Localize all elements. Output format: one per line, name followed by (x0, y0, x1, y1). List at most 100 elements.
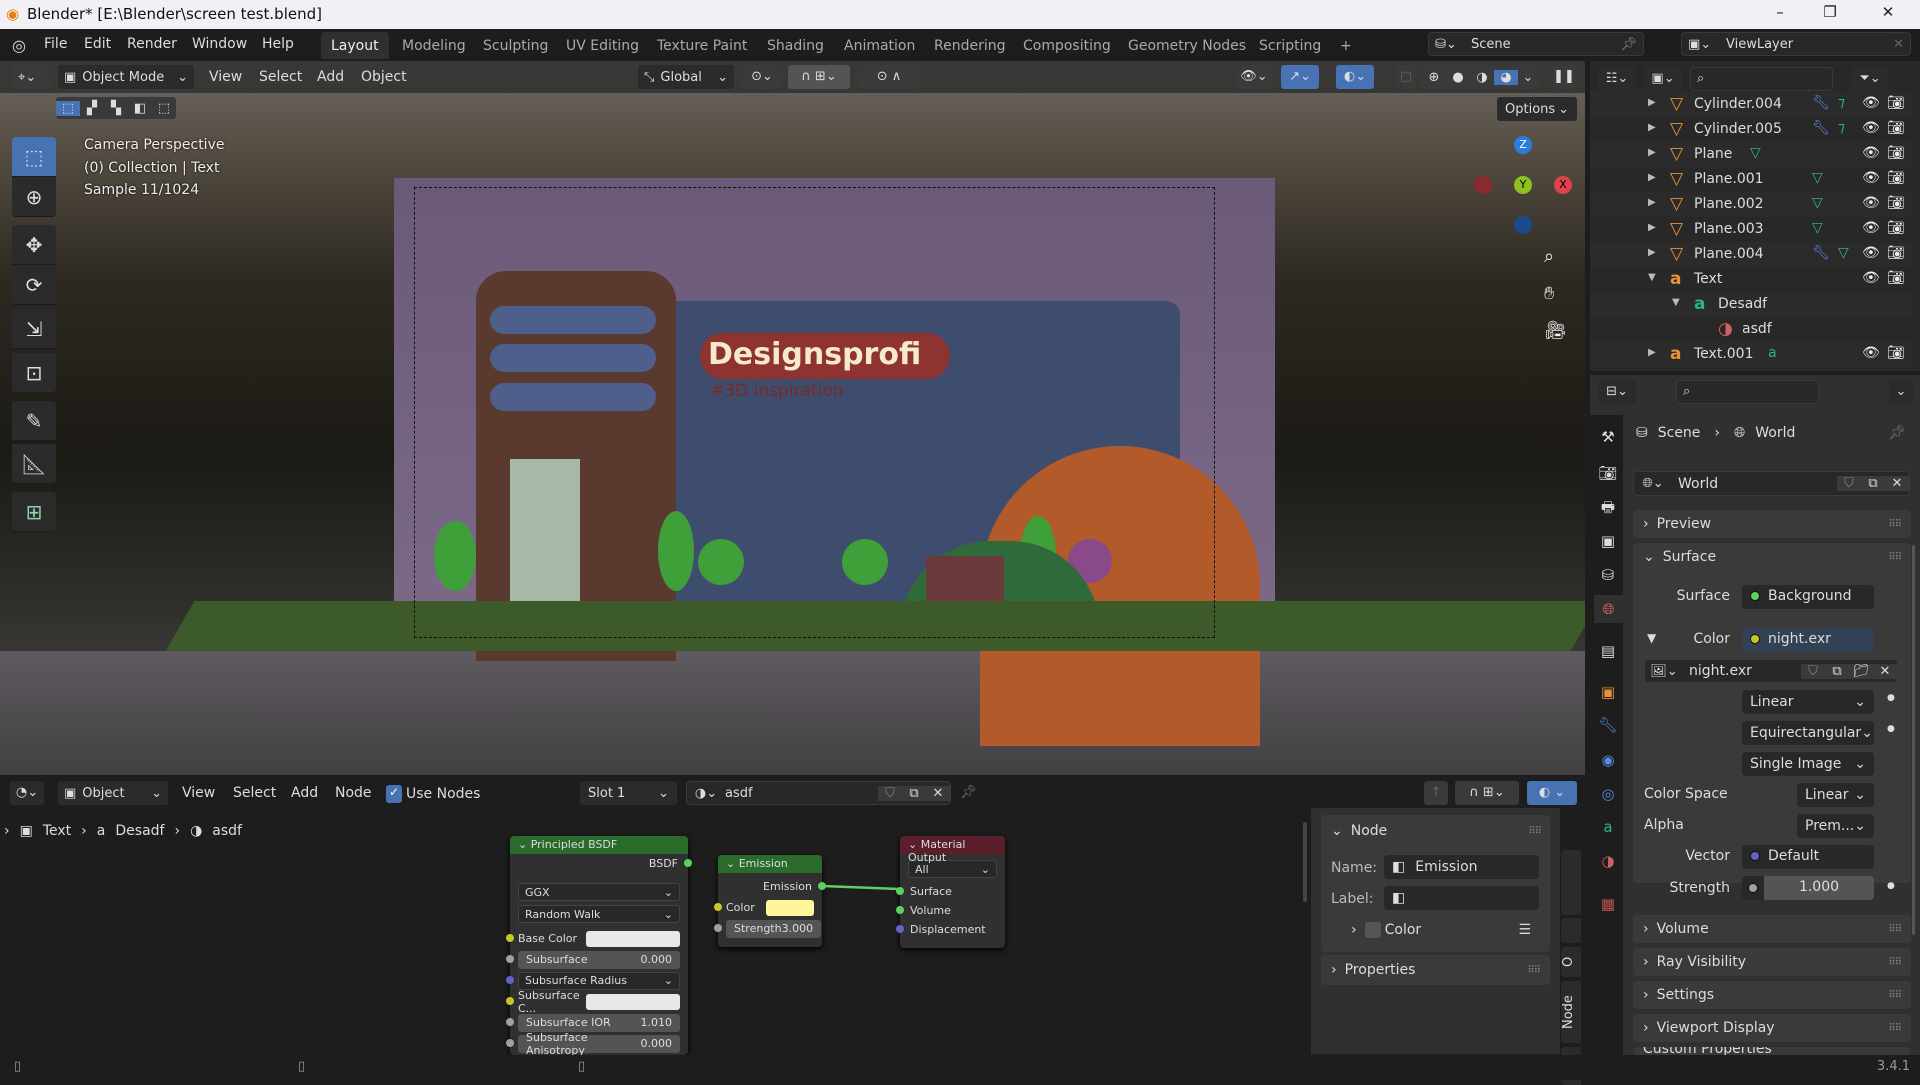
node-name-field[interactable]: ◧ Emission (1384, 855, 1539, 879)
vector-input-field[interactable]: Default (1742, 845, 1874, 869)
color-swatch[interactable] (586, 930, 680, 947)
xray-toggle[interactable]: ▢ (1396, 65, 1416, 89)
render-camera-icon[interactable]: 📷︎ (1887, 120, 1905, 136)
interpolation-dropdown[interactable]: Linear ⌄ (1742, 690, 1874, 714)
list-icon[interactable]: ☰ (1518, 922, 1531, 938)
drag-handle-icon[interactable]: ⠿⠿ (1888, 990, 1902, 1001)
input-socket[interactable] (896, 887, 904, 895)
subsurface-method-dropdown[interactable]: Random Walk ⌄ (518, 905, 680, 923)
rotate-tool[interactable]: ⟳ (12, 265, 56, 305)
tab-texture-paint[interactable]: Texture Paint (647, 32, 757, 59)
gizmo-neg-x-axis[interactable] (1474, 176, 1492, 194)
volume-section[interactable]: › Volume ⠿⠿ (1633, 915, 1911, 943)
keyframe-dot-icon[interactable]: ● (1887, 724, 1895, 734)
vgroup-icon[interactable]: ⁊ (1838, 120, 1845, 136)
input-socket[interactable] (896, 925, 904, 933)
pan-hand-icon[interactable]: ✋︎ (1544, 283, 1554, 304)
bsdf-output-socket[interactable] (684, 859, 692, 867)
input-socket[interactable] (506, 1018, 514, 1026)
tab-scripting[interactable]: Scripting (1249, 32, 1331, 59)
camera-view-icon[interactable]: 🎥︎ (1544, 320, 1567, 341)
view-layer-filter-button[interactable]: ▣⌄ (1644, 67, 1682, 91)
disclosure-closed-icon[interactable]: ▶ (1648, 222, 1656, 233)
eye-icon[interactable]: 👁︎ (1862, 195, 1880, 211)
visibility-button[interactable]: 👁︎⌄ (1235, 65, 1273, 89)
color-subpanel[interactable]: › Color ☰ (1351, 922, 1531, 938)
color-input-field[interactable]: night.exr (1742, 628, 1874, 652)
input-socket[interactable] (506, 997, 514, 1005)
properties-search-input[interactable]: ⌕ (1676, 380, 1819, 404)
eye-icon[interactable]: 👁︎ (1862, 270, 1880, 286)
scrollbar[interactable] (1303, 822, 1307, 902)
collection-tab-icon[interactable]: ▤ (1594, 637, 1622, 665)
strength-field[interactable]: Strength 3.000 (726, 919, 822, 938)
input-dropdown[interactable]: Subsurface Radius ⌄ (518, 971, 680, 990)
settings-section[interactable]: › Settings ⠿⠿ (1633, 981, 1911, 1009)
measure-tool[interactable]: 📐︎ (12, 444, 56, 484)
node-header[interactable]: ⌄ Principled BSDF (510, 836, 688, 854)
outliner-search-input[interactable]: ⌕ (1690, 67, 1833, 91)
pause-render-button[interactable]: ❚❚ (1553, 65, 1575, 89)
wrench-icon[interactable]: 🔧︎ (1812, 95, 1830, 111)
viewport-menu-select[interactable]: Select (259, 69, 302, 85)
gizmo-toggle[interactable]: ↗⌄ (1281, 65, 1319, 89)
select-intersect-icon[interactable]: ⬚ (152, 101, 176, 116)
outliner-item[interactable]: ▶ ▽ Plane.003 ▽ 👁︎ 📷︎ (1590, 217, 1912, 242)
menu-edit[interactable]: Edit (84, 36, 111, 52)
disclosure-closed-icon[interactable]: ▶ (1648, 97, 1656, 108)
open-folder-icon[interactable]: 📁︎ (1849, 663, 1873, 679)
keyframe-dot-icon[interactable]: ● (1887, 881, 1895, 891)
tab-modeling[interactable]: Modeling (392, 32, 476, 59)
sidebar-tab-blank[interactable] (1561, 918, 1581, 943)
render-camera-icon[interactable]: 📷︎ (1887, 170, 1905, 186)
tab-compositing[interactable]: Compositing (1013, 32, 1121, 59)
textdata-icon[interactable]: a (1768, 345, 1777, 361)
outliner-item[interactable]: ▼ a Desadf (1590, 292, 1912, 317)
move-tool[interactable]: ✥ (12, 225, 56, 265)
image-selector[interactable]: 🖼︎⌄ night.exr ⛉ ⧉ 📁︎ ✕ (1644, 659, 1898, 683)
tab-rendering[interactable]: Rendering (924, 32, 1016, 59)
properties-panel[interactable]: › Properties ⠿⠿ (1321, 955, 1550, 985)
node-overlays-toggle[interactable]: ◐ ⌄ (1527, 781, 1577, 805)
wrench-icon[interactable]: 🔧︎ (1812, 120, 1830, 136)
vgroup-icon[interactable]: ⁊ (1838, 95, 1845, 111)
pivot-point-button[interactable]: ⊙⌄ (742, 65, 782, 89)
scene-selector[interactable]: ⛁⌄ Scene 📌︎ (1428, 32, 1644, 56)
pin-icon[interactable]: 📌︎ (1888, 425, 1906, 441)
mode-selector[interactable]: ▣ Object Mode ⌄ (58, 65, 194, 89)
render-camera-icon[interactable]: 📷︎ (1887, 95, 1905, 111)
material-shading-icon[interactable]: ◑ (1470, 70, 1494, 85)
distribution-dropdown[interactable]: GGX ⌄ (518, 883, 680, 901)
alpha-dropdown[interactable]: Prem... ⌄ (1797, 814, 1874, 838)
color-checkbox[interactable] (1364, 922, 1381, 938)
editor-type-button[interactable]: ⌖⌄ (12, 65, 50, 89)
wrench-icon[interactable]: 🔧︎ (1812, 245, 1830, 261)
snap-toggle[interactable]: ∩ ⊞⌄ (788, 65, 850, 89)
duplicate-icon[interactable]: ⧉ (1825, 663, 1849, 679)
tab-animation[interactable]: Animation (834, 32, 925, 59)
disclosure-open-icon[interactable]: ▼ (1672, 297, 1680, 308)
editor-type-button[interactable]: ⊟⌄ (1598, 380, 1636, 404)
tab-geometry-nodes[interactable]: Geometry Nodes (1118, 32, 1256, 59)
outliner-item[interactable]: ▶ ▽ Plane.004 🔧︎ ▽ 👁︎ 📷︎ (1590, 242, 1912, 267)
outliner-item[interactable]: ▶ ▽ Plane.001 ▽ 👁︎ 📷︎ (1590, 167, 1912, 192)
eye-icon[interactable]: 👁︎ (1862, 95, 1880, 111)
fake-user-shield-icon[interactable]: ⛉ (1801, 663, 1825, 679)
outliner-item[interactable]: ◑ asdf (1590, 317, 1912, 342)
shader-node-editor[interactable]: ◔⌄ ▣ Object ⌄ View Select Add Node ✓ Use N… (0, 775, 1585, 1085)
outliner-item[interactable]: ▶ a Text.001 a 👁︎ 📷︎ (1590, 342, 1912, 367)
world-selector[interactable]: 🌐︎⌄ World ⛉ ⧉ ✕ (1633, 471, 1910, 496)
render-tab-icon[interactable]: 📷︎ (1594, 459, 1622, 487)
eye-icon[interactable]: 👁︎ (1862, 120, 1880, 136)
drag-handle-icon[interactable]: ⠿⠿ (1888, 552, 1902, 563)
eye-icon[interactable]: 👁︎ (1862, 245, 1880, 261)
select-subtract-icon[interactable]: ▚ (104, 101, 128, 116)
sidebar-tab-node[interactable]: Node (1561, 981, 1581, 1043)
color-swatch[interactable] (586, 993, 680, 1010)
render-camera-icon[interactable]: 📷︎ (1887, 270, 1905, 286)
meshdata-icon[interactable]: ▽ (1750, 145, 1761, 161)
drag-handle-icon[interactable]: ⠿⠿ (1527, 965, 1541, 976)
options-dropdown[interactable]: ⌄ (1889, 380, 1913, 404)
drag-handle-icon[interactable]: ⠿⠿ (1528, 826, 1542, 837)
view-layer-selector[interactable]: ▣⌄ ViewLayer ✕ (1681, 32, 1911, 56)
